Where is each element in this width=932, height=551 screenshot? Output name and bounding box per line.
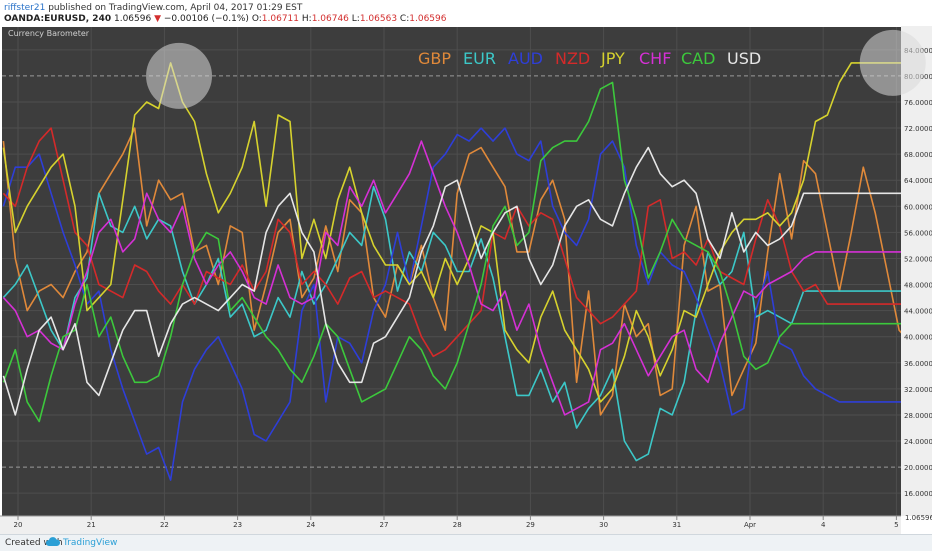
legend-entry-jpy: JPY	[600, 49, 625, 68]
y-tick-label: 16.0000	[904, 490, 932, 498]
y-tick-label: 44.0000	[904, 308, 932, 316]
author-link[interactable]: riffster21	[4, 3, 45, 13]
legend-entry-chf: CHF	[639, 49, 671, 68]
x-tick-label: 21	[87, 521, 96, 529]
low-label: L:	[351, 14, 360, 24]
high-value: 1.06746	[311, 14, 349, 24]
price-down-icon: ▼	[154, 14, 161, 24]
highlight-circle	[859, 29, 926, 96]
x-tick-label: 31	[672, 521, 681, 529]
y-tick-label: 72.0000	[904, 125, 932, 133]
legend-entry-usd: USD	[727, 49, 761, 68]
y-tick-label: 48.0000	[904, 282, 932, 290]
tradingview-cloud-icon	[46, 537, 61, 551]
x-tick-label: 4	[821, 521, 826, 529]
y-tick-label: 64.0000	[904, 177, 932, 185]
x-tick-label: 28	[453, 521, 462, 529]
legend-entry-gbp: GBP	[418, 49, 451, 68]
legend-entry-cad: CAD	[681, 49, 715, 68]
y-tick-label: 76.0000	[904, 99, 932, 107]
y-tick-label: 20.0000	[904, 464, 932, 472]
symbol-info: OANDA:EURUSD, 240 1.06596 ▼ −0.00106 (−0…	[4, 14, 446, 26]
y-tick-label: 52.0000	[904, 255, 932, 263]
price-axis-label: 1.06596	[905, 514, 932, 522]
y-tick-label: 28.0000	[904, 412, 932, 420]
symbol-name: OANDA:EURUSD, 240	[4, 14, 112, 24]
x-tick-label: Apr	[744, 521, 756, 529]
y-tick-label: 36.0000	[904, 360, 932, 368]
last-price: 1.06596	[113, 14, 152, 24]
open-label: O:	[251, 14, 262, 24]
y-tick-label: 24.0000	[904, 438, 932, 446]
high-label: H:	[301, 14, 312, 24]
y-tick-label: 68.0000	[904, 151, 932, 159]
x-tick-label: 23	[233, 521, 242, 529]
y-tick-label: 32.0000	[904, 386, 932, 394]
legend-entry-eur: EUR	[463, 49, 496, 68]
tradingview-brand-link[interactable]: TradingView	[63, 538, 117, 548]
y-tick-label: 60.0000	[904, 203, 932, 211]
published-text: published on TradingView.com, April 04, …	[48, 3, 303, 13]
y-tick-label: 40.0000	[904, 334, 932, 342]
x-tick-label: 27	[380, 521, 389, 529]
close-label: C:	[399, 14, 410, 24]
x-tick-label: 24	[306, 521, 315, 529]
open-value: 1.06711	[261, 14, 299, 24]
y-tick-label: 56.0000	[904, 229, 932, 237]
close-value: 1.06596	[409, 14, 447, 24]
legend-entry-nzd: NZD	[555, 49, 590, 68]
x-tick-label: 29	[526, 521, 535, 529]
currency-barometer-chart[interactable]: 16.0000 20.0000 24.0000 28.0000 32.0000 36.00…	[0, 26, 932, 534]
x-tick-label: 5	[894, 521, 898, 529]
time-axis[interactable]	[0, 516, 901, 534]
low-value: 1.06563	[359, 14, 398, 24]
legend-entry-aud: AUD	[508, 49, 543, 68]
chart-area[interactable]: 16.0000 20.0000 24.0000 28.0000 32.0000 36.00…	[0, 26, 932, 534]
x-tick-label: 20	[14, 521, 23, 529]
x-tick-label: 30	[599, 521, 608, 529]
x-tick-label: 22	[160, 521, 169, 529]
highlight-circle	[146, 42, 213, 109]
price-change: −0.00106 (−0.1%)	[163, 14, 249, 24]
indicator-name-label[interactable]: Currency Barometer	[8, 29, 90, 38]
footer: Created with TradingView	[0, 534, 932, 551]
